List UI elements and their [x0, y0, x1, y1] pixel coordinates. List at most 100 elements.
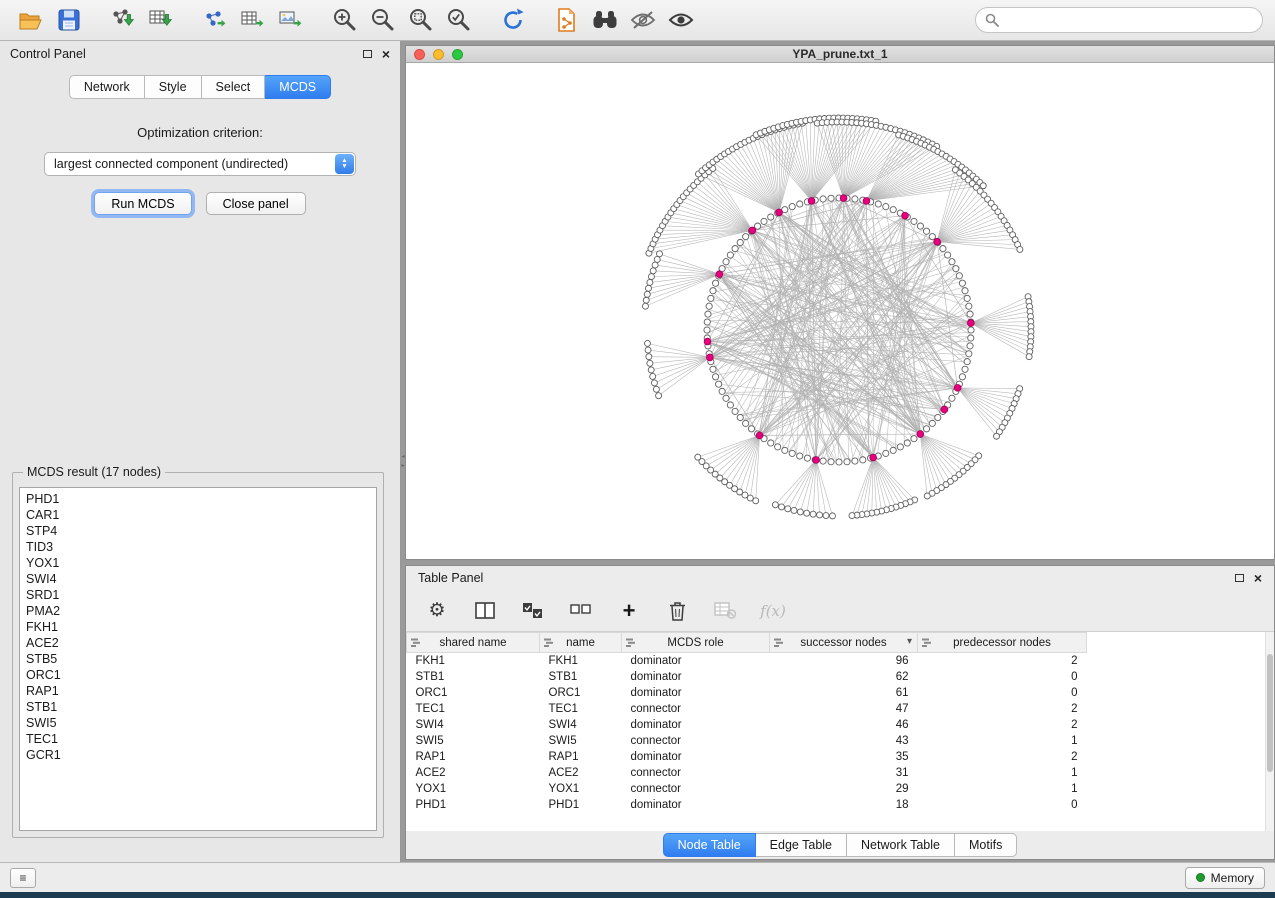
import-table-button[interactable]	[142, 3, 180, 37]
cell-pred[interactable]: 2	[918, 653, 1087, 669]
add-column-button[interactable]: +	[616, 598, 642, 624]
table-tab-motifs[interactable]: Motifs	[955, 833, 1017, 857]
cell-name[interactable]: ORC1	[540, 685, 622, 701]
cell-name[interactable]: RAP1	[540, 749, 622, 765]
cell-shared[interactable]: SWI4	[407, 717, 540, 733]
cell-shared[interactable]: FKH1	[407, 653, 540, 669]
cell-role[interactable]: dominator	[622, 685, 770, 701]
column-menu-icon[interactable]	[411, 638, 422, 651]
cell-succ[interactable]: 31	[770, 765, 918, 781]
cell-name[interactable]: YOX1	[540, 781, 622, 797]
cell-name[interactable]: ACE2	[540, 765, 622, 781]
cell-name[interactable]: SWI5	[540, 733, 622, 749]
mcds-result-item[interactable]: TEC1	[26, 731, 376, 747]
network-canvas[interactable]	[406, 63, 1274, 559]
cell-succ[interactable]: 43	[770, 733, 918, 749]
cell-succ[interactable]: 18	[770, 797, 918, 813]
column-menu-icon[interactable]	[922, 638, 933, 651]
mcds-result-item[interactable]: PMA2	[26, 603, 376, 619]
cell-succ[interactable]: 46	[770, 717, 918, 733]
mcds-result-list[interactable]: PHD1CAR1STP4TID3YOX1SWI4SRD1PMA2FKH1ACE2…	[19, 487, 377, 831]
cell-role[interactable]: dominator	[622, 749, 770, 765]
refresh-view-button[interactable]	[494, 3, 532, 37]
cell-role[interactable]: connector	[622, 701, 770, 717]
memory-button[interactable]: Memory	[1185, 867, 1265, 889]
cell-succ[interactable]: 96	[770, 653, 918, 669]
table-tab-node-table[interactable]: Node Table	[663, 833, 756, 857]
cell-role[interactable]: connector	[622, 765, 770, 781]
table-row[interactable]: ACE2ACE2connector311	[407, 765, 1259, 781]
close-panel-icon[interactable]: ×	[382, 49, 390, 59]
zoom-out-button[interactable]	[364, 3, 402, 37]
select-all-button[interactable]	[520, 598, 546, 624]
cell-shared[interactable]: TEC1	[407, 701, 540, 717]
cell-role[interactable]: dominator	[622, 797, 770, 813]
import-network-button[interactable]	[104, 3, 142, 37]
cell-role[interactable]: dominator	[622, 669, 770, 685]
cell-shared[interactable]: YOX1	[407, 781, 540, 797]
mcds-result-item[interactable]: SWI4	[26, 571, 376, 587]
cell-succ[interactable]: 35	[770, 749, 918, 765]
export-table-button[interactable]	[234, 3, 272, 37]
cell-role[interactable]: dominator	[622, 717, 770, 733]
table-row[interactable]: ORC1ORC1dominator610	[407, 685, 1259, 701]
tab-style[interactable]: Style	[145, 75, 202, 99]
zoom-fit-button[interactable]	[402, 3, 440, 37]
cell-shared[interactable]: SWI5	[407, 733, 540, 749]
table-row[interactable]: TEC1TEC1connector472	[407, 701, 1259, 717]
cell-pred[interactable]: 1	[918, 765, 1087, 781]
delete-column-button[interactable]	[664, 598, 690, 624]
hide-selected-button[interactable]	[624, 3, 662, 37]
mcds-result-item[interactable]: STB1	[26, 699, 376, 715]
table-scrollbar[interactable]	[1265, 632, 1274, 831]
cell-name[interactable]: FKH1	[540, 653, 622, 669]
cell-name[interactable]: PHD1	[540, 797, 622, 813]
table-close-icon[interactable]: ×	[1254, 573, 1262, 583]
table-row[interactable]: SWI5SWI5connector431	[407, 733, 1259, 749]
table-row[interactable]: STB1STB1dominator620	[407, 669, 1259, 685]
search-input[interactable]	[1005, 13, 1253, 27]
cell-shared[interactable]: ORC1	[407, 685, 540, 701]
cell-shared[interactable]: ACE2	[407, 765, 540, 781]
table-scrollbar-thumb[interactable]	[1267, 654, 1273, 772]
search-objects-button[interactable]	[586, 3, 624, 37]
cell-succ[interactable]: 61	[770, 685, 918, 701]
mcds-result-item[interactable]: GCR1	[26, 747, 376, 763]
column-header-succ[interactable]: successor nodes▾	[770, 633, 918, 653]
close-panel-button[interactable]: Close panel	[206, 192, 306, 215]
column-header-shared[interactable]: shared name	[407, 633, 540, 653]
cell-pred[interactable]: 1	[918, 733, 1087, 749]
column-header-pred[interactable]: predecessor nodes	[918, 633, 1087, 653]
mcds-result-item[interactable]: YOX1	[26, 555, 376, 571]
mcds-result-item[interactable]: FKH1	[26, 619, 376, 635]
tab-network[interactable]: Network	[69, 75, 145, 99]
split-columns-button[interactable]	[472, 598, 498, 624]
mcds-result-item[interactable]: SRD1	[26, 587, 376, 603]
mcds-result-item[interactable]: STP4	[26, 523, 376, 539]
cell-pred[interactable]: 0	[918, 669, 1087, 685]
table-row[interactable]: SWI4SWI4dominator462	[407, 717, 1259, 733]
mcds-result-item[interactable]: SWI5	[26, 715, 376, 731]
search-box[interactable]	[975, 7, 1263, 33]
deselect-all-button[interactable]	[568, 598, 594, 624]
mcds-result-item[interactable]: CAR1	[26, 507, 376, 523]
table-row[interactable]: FKH1FKH1dominator962	[407, 653, 1259, 669]
column-menu-icon[interactable]	[774, 638, 785, 651]
cell-name[interactable]: SWI4	[540, 717, 622, 733]
export-image-button[interactable]	[272, 3, 310, 37]
cell-role[interactable]: connector	[622, 781, 770, 797]
cell-succ[interactable]: 29	[770, 781, 918, 797]
table-settings-button[interactable]: ⚙	[424, 598, 450, 624]
cell-pred[interactable]: 2	[918, 749, 1087, 765]
cell-shared[interactable]: STB1	[407, 669, 540, 685]
mcds-result-item[interactable]: STB5	[26, 651, 376, 667]
optimization-dropdown[interactable]: largest connected component (undirected)…	[44, 152, 356, 176]
mcds-result-item[interactable]: ORC1	[26, 667, 376, 683]
task-history-button[interactable]: ≡	[10, 868, 36, 888]
cell-shared[interactable]: PHD1	[407, 797, 540, 813]
table-tab-edge-table[interactable]: Edge Table	[756, 833, 847, 857]
column-header-role[interactable]: MCDS role	[622, 633, 770, 653]
share-document-button[interactable]	[548, 3, 586, 37]
cell-pred[interactable]: 1	[918, 781, 1087, 797]
cell-pred[interactable]: 0	[918, 685, 1087, 701]
